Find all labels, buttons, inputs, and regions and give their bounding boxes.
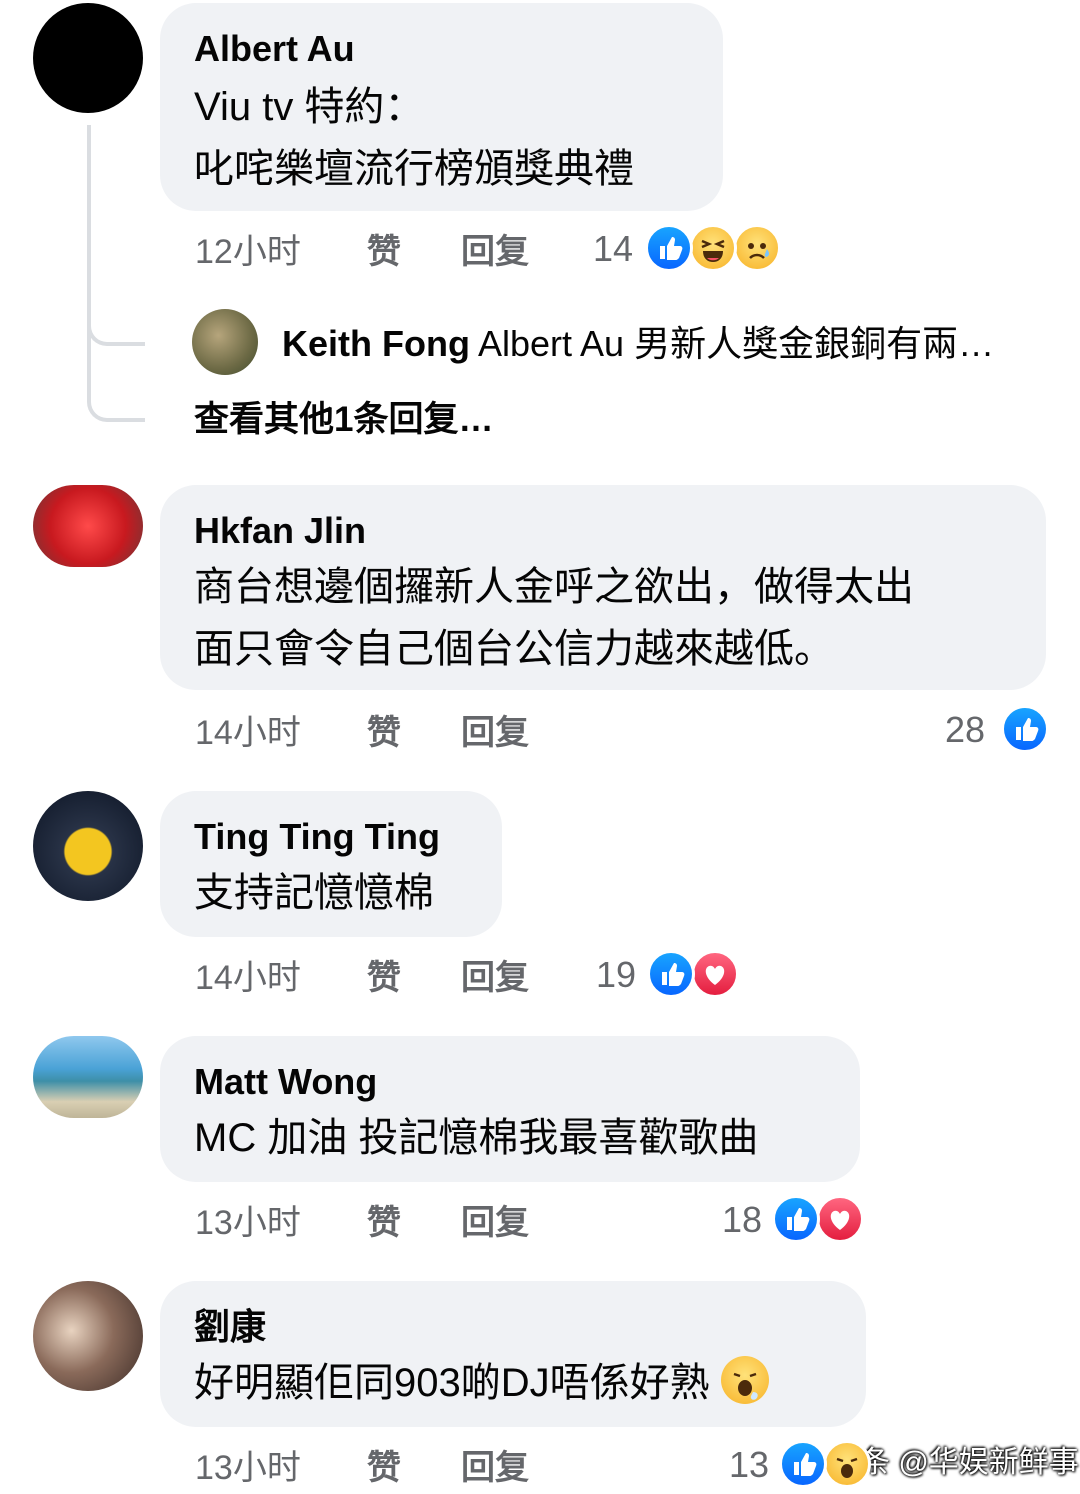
like-button[interactable]: 赞 (367, 232, 401, 272)
comment-time[interactable]: 13小时 (195, 1448, 301, 1488)
like-button[interactable]: 赞 (367, 1203, 401, 1243)
comment-author[interactable]: Albert Au (194, 27, 355, 71)
reaction-count[interactable]: 13 (729, 1445, 769, 1485)
comment-bubble: 劉康 好明顯佢同903啲DJ唔係好熟 (160, 1281, 866, 1427)
comment-text: 支持記憶憶棉 (194, 871, 434, 915)
reply-button[interactable]: 回复 (461, 713, 529, 753)
reply-button[interactable]: 回复 (461, 958, 529, 998)
like-button[interactable]: 赞 (367, 958, 401, 998)
like-icon (772, 1195, 820, 1243)
haha-icon (689, 224, 737, 272)
comment-author[interactable]: 劉康 (194, 1305, 266, 1349)
comment-text: MC 加油 投記憶棉我最喜歡歌曲 (194, 1116, 759, 1160)
avatar-ting-ting-ting[interactable] (33, 791, 143, 901)
comment-time[interactable]: 14小时 (195, 713, 301, 753)
comment-bubble: Albert Au Viu tv 特約： 叱咤樂壇流行榜頒獎典禮 (160, 3, 723, 211)
reaction-count[interactable]: 14 (593, 229, 633, 269)
thread-connector-more (87, 340, 145, 422)
like-button[interactable]: 赞 (367, 713, 401, 753)
yawn-icon (823, 1440, 871, 1488)
like-icon (779, 1440, 827, 1488)
yawn-emoji-icon (720, 1356, 769, 1404)
sad-icon (733, 224, 781, 272)
thread-connector (87, 125, 145, 342)
reaction-count[interactable]: 18 (722, 1200, 762, 1240)
avatar-keith-fong[interactable] (192, 309, 258, 375)
reply-text: Albert Au 男新人獎金銀銅有兩… (477, 323, 995, 364)
comment-bubble: Matt Wong MC 加油 投記憶棉我最喜歡歌曲 (160, 1036, 860, 1182)
reply-author[interactable]: Keith Fong (282, 323, 470, 364)
heart-icon (691, 950, 739, 998)
reply-button[interactable]: 回复 (461, 232, 529, 272)
comment-time[interactable]: 14小时 (195, 958, 301, 998)
reaction-count[interactable]: 28 (945, 710, 985, 750)
like-icon (647, 950, 695, 998)
reply-button[interactable]: 回复 (461, 1448, 529, 1488)
comment-text: 好明顯佢同903啲DJ唔係好熟 (194, 1353, 769, 1413)
avatar-hkfan-jlin[interactable] (33, 485, 143, 567)
comment-time[interactable]: 12小时 (195, 232, 301, 272)
view-more-replies-link[interactable]: 查看其他1条回复… (194, 398, 493, 442)
avatar-albert-au[interactable] (33, 3, 143, 113)
comment-bubble: Hkfan Jlin 商台想邊個攞新人金呼之欲出，做得太出 面只會令自己個台公信… (160, 485, 1046, 690)
comment-author[interactable]: Hkfan Jlin (194, 509, 366, 553)
avatar-lau-hong[interactable] (33, 1281, 143, 1391)
comment-time[interactable]: 13小时 (195, 1203, 301, 1243)
reply-preview[interactable]: Keith Fong Albert Au 男新人獎金銀銅有兩… (282, 322, 994, 366)
comment-bubble: Ting Ting Ting 支持記憶憶棉 (160, 791, 502, 937)
comment-text: 面只會令自己個台公信力越來越低。 (194, 627, 834, 671)
like-icon (1001, 705, 1049, 753)
comment-author[interactable]: Matt Wong (194, 1060, 377, 1104)
comment-text-content: 好明顯佢同903啲DJ唔係好熟 (194, 1361, 710, 1405)
reaction-count[interactable]: 19 (596, 955, 636, 995)
comment-text: 商台想邊個攞新人金呼之欲出，做得太出 (194, 565, 914, 609)
avatar-matt-wong[interactable] (33, 1036, 143, 1118)
comment-text: 叱咤樂壇流行榜頒獎典禮 (194, 147, 634, 191)
reply-button[interactable]: 回复 (461, 1203, 529, 1243)
like-button[interactable]: 赞 (367, 1448, 401, 1488)
like-icon (645, 224, 693, 272)
comment-author[interactable]: Ting Ting Ting (194, 815, 440, 859)
comment-text: Viu tv 特約： (194, 85, 425, 129)
heart-icon (816, 1195, 864, 1243)
